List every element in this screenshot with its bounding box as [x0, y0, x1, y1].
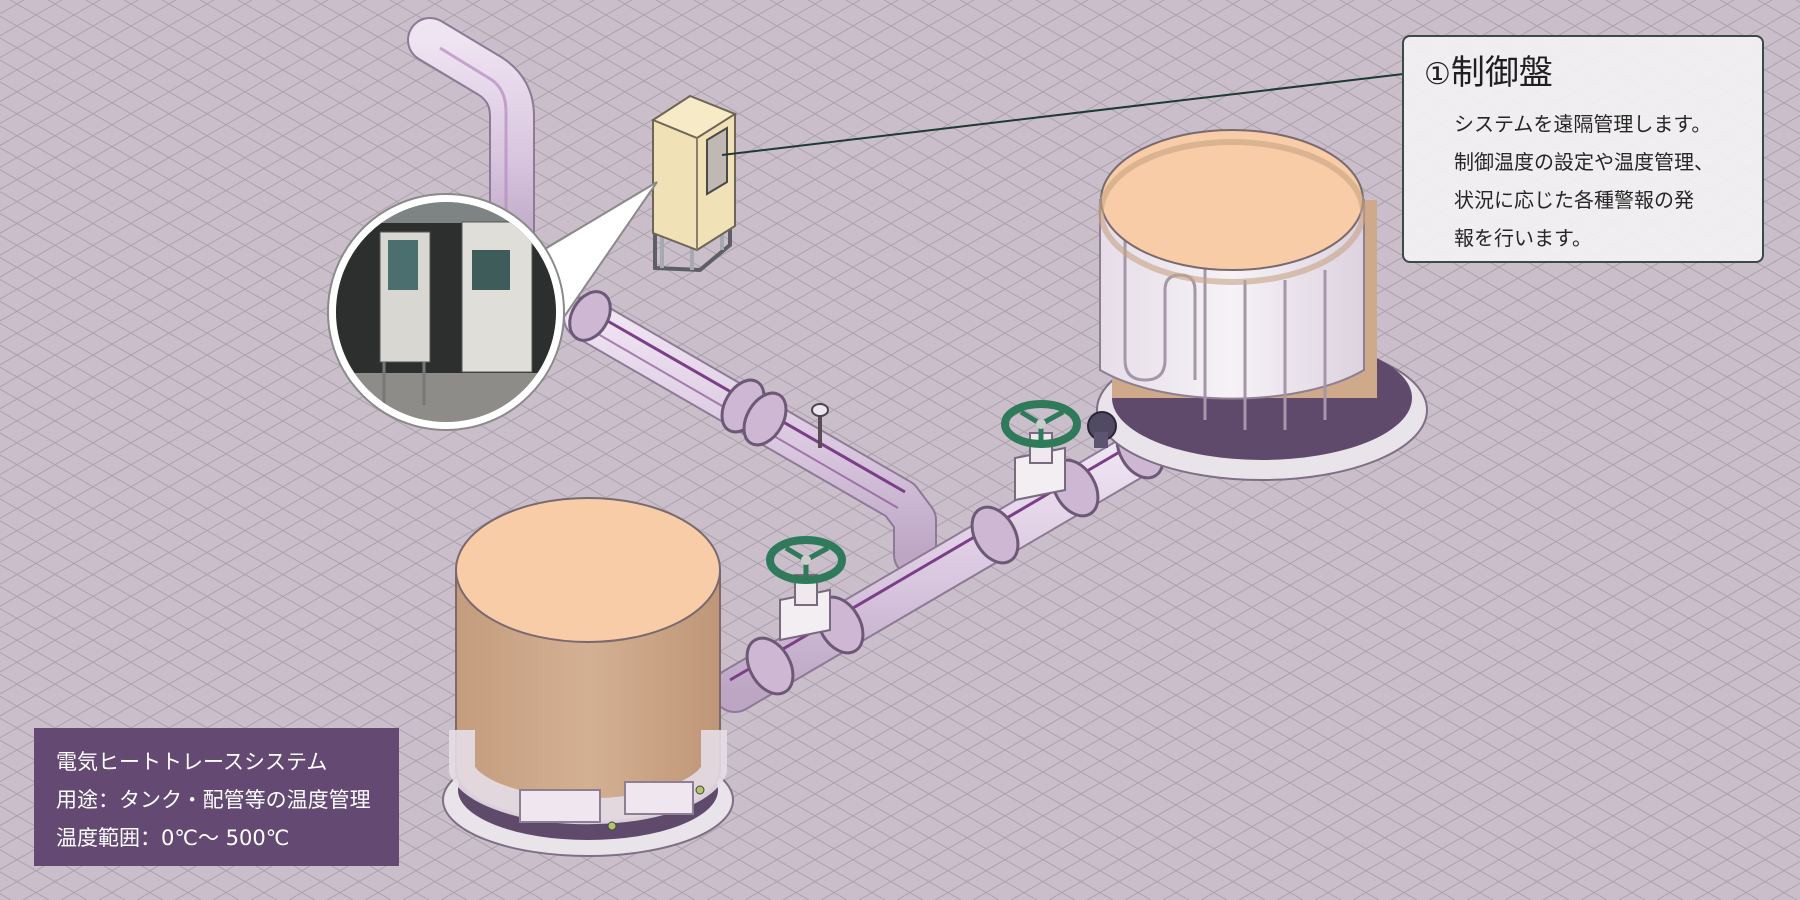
actuator	[1087, 411, 1117, 448]
callout-title: ①制御盤	[1424, 53, 1742, 95]
control-panel-callout: ①制御盤 システムを遠隔管理します。 制御温度の設定や温度管理、 状況に応じた各…	[1402, 35, 1764, 263]
callout-number: ①	[1424, 57, 1451, 92]
callout-line-1: システムを遠隔管理します。	[1454, 112, 1712, 136]
heat-trace-diagram: ①制御盤 システムを遠隔管理します。 制御温度の設定や温度管理、 状況に応じた各…	[0, 0, 1800, 900]
system-info-box: 電気ヒートトレースシステム 用途：タンク・配管等の温度管理 温度範囲：0℃～ 5…	[34, 728, 399, 866]
left-tank	[442, 497, 734, 857]
system-temperature-range: 温度範囲：0℃～ 500℃	[56, 826, 290, 850]
callout-line-4: 報を行います。	[1454, 226, 1592, 250]
system-name: 電気ヒートトレースシステム	[56, 750, 328, 774]
callout-title-text: 制御盤	[1450, 53, 1553, 93]
callout-line-2: 制御温度の設定や温度管理、	[1454, 150, 1714, 174]
callout-line-3: 状況に応じた各種警報の発	[1454, 188, 1694, 212]
callout-description: システムを遠隔管理します。 制御温度の設定や温度管理、 状況に応じた各種警報の発…	[1424, 105, 1742, 257]
system-usage: 用途：タンク・配管等の温度管理	[56, 788, 371, 812]
right-tank	[1096, 129, 1428, 481]
